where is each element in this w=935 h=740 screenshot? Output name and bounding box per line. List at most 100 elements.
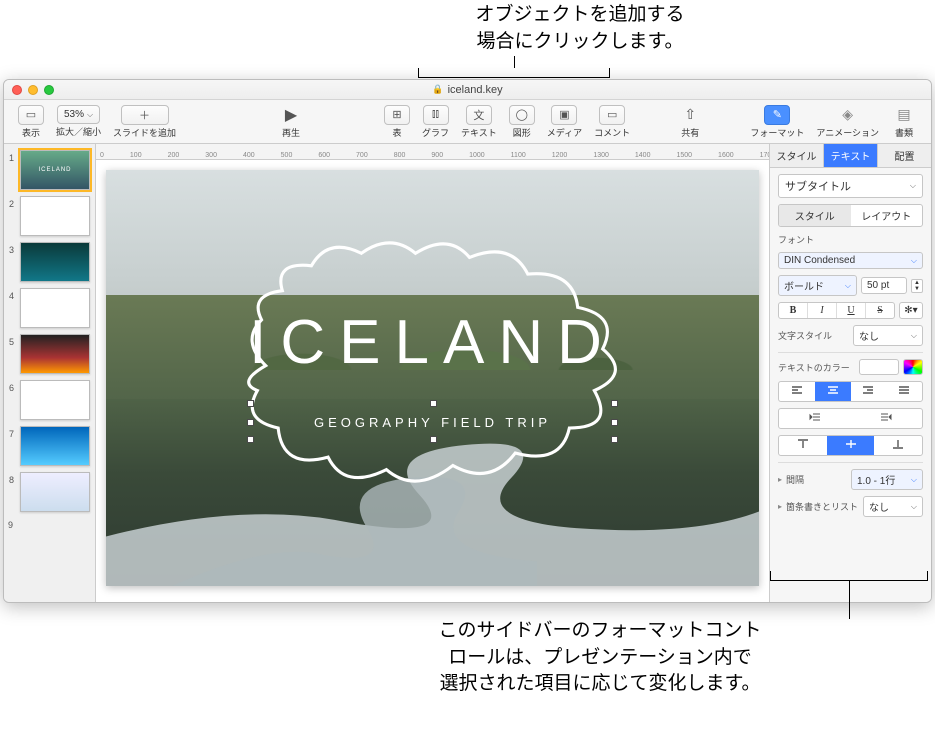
char-style-dropdown[interactable]: なし⌵ <box>853 325 923 346</box>
underline-button[interactable]: U <box>837 303 866 318</box>
lock-icon: 🔒 <box>432 84 443 95</box>
slide-thumb-5[interactable]: 5 <box>20 334 90 374</box>
callout-leader-top <box>514 56 515 68</box>
valign-middle-button[interactable] <box>827 436 875 455</box>
view-label: 表示 <box>22 126 40 139</box>
slide-thumb-8[interactable]: 8 <box>20 472 90 512</box>
chart-icon: ⫾⫾ <box>423 105 449 125</box>
slide-canvas[interactable]: 0100200300400500600700800900100011001200… <box>96 144 769 602</box>
italic-button[interactable]: I <box>808 303 837 318</box>
filename: iceland.key <box>448 84 503 96</box>
callout-leader-bottom <box>849 581 850 619</box>
share-label: 共有 <box>681 126 699 139</box>
format-button[interactable]: ✎フォーマット <box>744 105 810 139</box>
tick: 700 <box>356 152 368 159</box>
add-slide-label: スライドを追加 <box>113 126 176 139</box>
selection-handles[interactable] <box>250 403 616 440</box>
chart-button[interactable]: ⫾⫾グラフ <box>416 105 455 139</box>
subtab-style[interactable]: スタイル <box>779 205 851 226</box>
tab-text[interactable]: テキスト <box>824 144 878 167</box>
shape-label: 図形 <box>513 126 531 139</box>
tick: 1300 <box>593 152 609 159</box>
document-icon: ▤ <box>891 105 917 125</box>
add-slide-button[interactable]: ＋ スライドを追加 <box>107 105 182 139</box>
bold-button[interactable]: B <box>779 303 808 318</box>
vertical-align <box>778 435 923 456</box>
text-color-label: テキストのカラー <box>778 361 855 374</box>
font-size-field[interactable]: 50 pt <box>861 277 907 294</box>
tick: 400 <box>243 152 255 159</box>
titlebar: 🔒 iceland.key <box>4 80 931 100</box>
shape-button[interactable]: ◯図形 <box>503 105 541 139</box>
slide-thumb-4[interactable]: 4 <box>20 288 90 328</box>
char-style-label: 文字スタイル <box>778 329 849 342</box>
media-icon: ▣ <box>551 105 577 125</box>
format-label: フォーマット <box>750 126 804 139</box>
font-weight-value: ボールド <box>784 278 824 293</box>
table-button[interactable]: ⊞表 <box>378 105 416 139</box>
align-right-button[interactable] <box>851 382 887 401</box>
zoom-dropdown[interactable]: 53%⌵ 拡大／縮小 <box>50 105 107 138</box>
style-layout-segment[interactable]: スタイル レイアウト <box>778 204 923 227</box>
valign-bottom-button[interactable] <box>874 436 922 455</box>
view-button[interactable]: ▭ 表示 <box>12 105 50 139</box>
tick: 1600 <box>718 152 734 159</box>
slide-thumb-3[interactable]: 3 <box>20 242 90 282</box>
shape-icon: ◯ <box>509 105 535 125</box>
slide-thumb-1[interactable]: 1 <box>20 150 90 190</box>
advanced-gear-button[interactable]: ✻▾ <box>899 302 923 319</box>
callout-line1: オブジェクトを追加する <box>430 2 730 29</box>
inspector-tabs: スタイル テキスト 配置 <box>770 144 931 168</box>
font-weight-dropdown[interactable]: ボールド⌵ <box>778 275 857 296</box>
callout-bracket-bottom <box>770 571 928 581</box>
color-wheel-button[interactable] <box>903 359 923 375</box>
outdent-button[interactable] <box>779 409 851 428</box>
indent-buttons <box>778 408 923 429</box>
comment-button[interactable]: ▭コメント <box>588 105 636 139</box>
text-button[interactable]: 文テキスト <box>455 105 503 139</box>
char-style-value: なし <box>859 328 879 343</box>
slide-main[interactable]: ICELAND GEOGRAPHY FIELD TRIP <box>106 170 759 586</box>
share-button[interactable]: ⇧共有 <box>671 105 709 139</box>
subtab-layout[interactable]: レイアウト <box>851 205 923 226</box>
font-size-value: 50 pt <box>867 280 889 291</box>
valign-top-button[interactable] <box>779 436 827 455</box>
comment-label: コメント <box>594 126 630 139</box>
table-label: 表 <box>393 126 402 139</box>
text-color-swatch[interactable] <box>859 359 899 375</box>
play-label: 再生 <box>282 126 300 139</box>
document-button[interactable]: ▤書類 <box>885 105 923 139</box>
align-justify-button[interactable] <box>886 382 922 401</box>
spacing-value: 1.0 - 1行 <box>857 472 895 487</box>
tick: 900 <box>431 152 443 159</box>
bullets-dropdown[interactable]: なし⌵ <box>863 496 923 517</box>
slide-thumb-6[interactable]: 6 <box>20 380 90 420</box>
strike-button[interactable]: S <box>866 303 894 318</box>
tick: 1200 <box>552 152 568 159</box>
media-button[interactable]: ▣メディア <box>541 105 588 139</box>
animate-label: アニメーション <box>816 126 879 139</box>
align-center-button[interactable] <box>815 382 851 401</box>
font-family-dropdown[interactable]: DIN Condensed⌵ <box>778 252 923 269</box>
tick: 500 <box>281 152 293 159</box>
tab-arrange[interactable]: 配置 <box>878 144 931 167</box>
bullets-value: なし <box>869 499 889 514</box>
slide-thumb-7[interactable]: 7 <box>20 426 90 466</box>
window-title: 🔒 iceland.key <box>4 84 931 96</box>
font-size-stepper[interactable]: ▲▼ <box>911 279 923 293</box>
callout-line2: 場合にクリックします。 <box>430 29 730 56</box>
table-icon: ⊞ <box>384 105 410 125</box>
animate-button[interactable]: ◈アニメーション <box>810 105 885 139</box>
align-left-button[interactable] <box>779 382 815 401</box>
share-icon: ⇧ <box>677 105 703 125</box>
spacing-dropdown[interactable]: 1.0 - 1行⌵ <box>851 469 923 490</box>
view-icon: ▭ <box>18 105 44 125</box>
ruler-horizontal: 0100200300400500600700800900100011001200… <box>96 144 769 160</box>
slide-title[interactable]: ICELAND <box>106 307 759 378</box>
paragraph-style-dropdown[interactable]: サブタイトル ⌵ <box>778 174 923 198</box>
slide-thumb-2[interactable]: 2 <box>20 196 90 236</box>
play-button[interactable]: ▶ 再生 <box>272 105 310 139</box>
slide-navigator[interactable]: 1 2 3 4 5 6 7 8 9 <box>4 144 96 602</box>
tab-style[interactable]: スタイル <box>770 144 824 167</box>
indent-button[interactable] <box>851 409 923 428</box>
